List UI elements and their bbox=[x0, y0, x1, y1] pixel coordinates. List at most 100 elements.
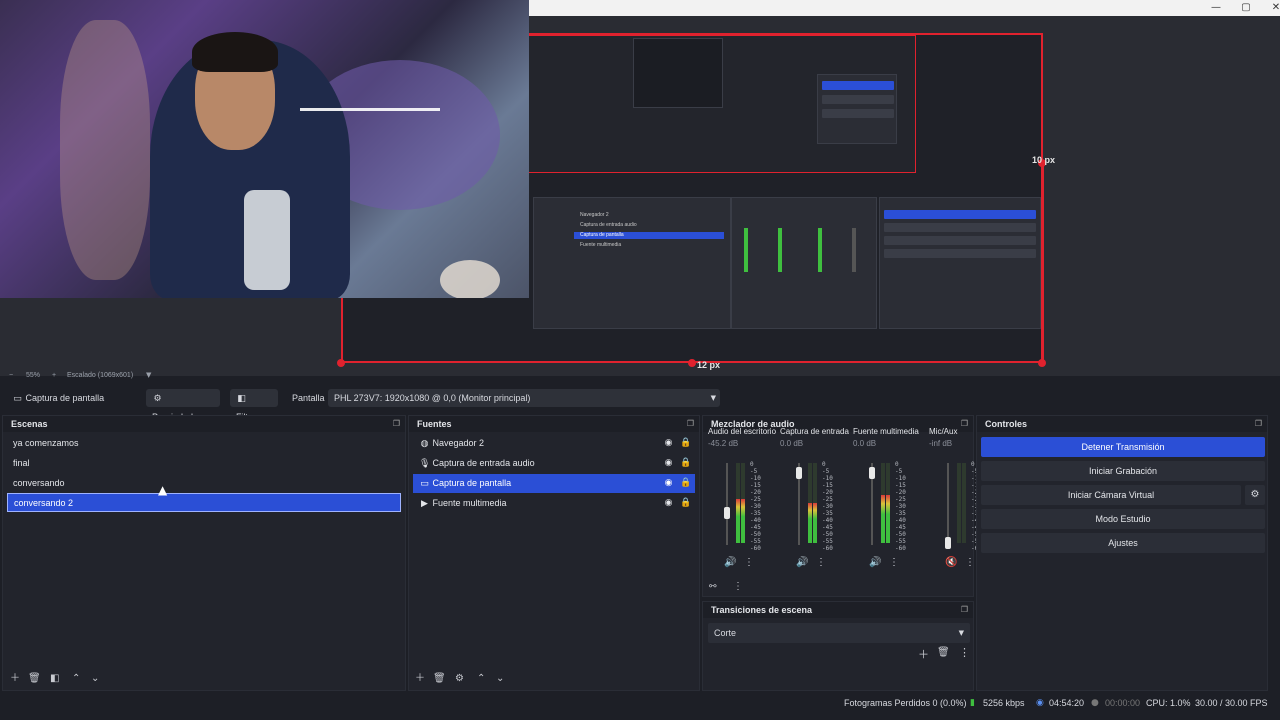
link-icon[interactable]: ⚯ bbox=[709, 582, 717, 592]
more-icon[interactable]: ⋮ bbox=[744, 557, 754, 568]
webcam-feed[interactable] bbox=[0, 0, 529, 298]
nested-controls bbox=[817, 74, 897, 144]
transition-select[interactable]: Corte ▼ bbox=[708, 623, 970, 643]
minimize-icon[interactable]: — bbox=[1201, 1, 1231, 15]
transform-handle[interactable] bbox=[1038, 359, 1046, 367]
sources-dock: Fuentes ❐ ◍ Navegador 2 ◉ 🔒 🎙 Captura de… bbox=[408, 415, 700, 691]
transitions-dock: Transiciones de escena ❐ Corte ▼ ＋ 🗑 ⋮ bbox=[702, 601, 974, 691]
level-meter bbox=[741, 463, 745, 543]
zoom-bar: − 55% + Escalado (1069x601) ▼ bbox=[0, 368, 340, 384]
stop-streaming-button[interactable]: Detener Transmisión bbox=[981, 437, 1265, 457]
filter-icon[interactable]: ◧ bbox=[50, 673, 59, 684]
nested-sources-dock: Navegador 2 Captura de entrada audio Cap… bbox=[533, 197, 731, 329]
add-icon[interactable]: ＋ bbox=[918, 646, 929, 662]
source-item[interactable]: ▶ Fuente multimedia ◉ 🔒 bbox=[413, 494, 695, 513]
eye-icon[interactable]: ◉ bbox=[663, 434, 674, 453]
meter-scale-tick: 0 bbox=[750, 461, 754, 468]
nested-button bbox=[884, 223, 1036, 232]
start-virtual-camera-button[interactable]: Iniciar Cámara Virtual bbox=[981, 485, 1241, 505]
muted-speaker-icon[interactable]: 🔇 bbox=[945, 557, 957, 568]
volume-fader-knob[interactable] bbox=[796, 466, 802, 479]
chevron-up-icon[interactable]: ⌃ bbox=[72, 673, 80, 684]
chevron-down-icon: ▼ bbox=[958, 629, 964, 637]
zoom-value: 55% bbox=[26, 372, 41, 379]
source-item-selected[interactable]: ▭ Captura de pantalla ◉ 🔒 bbox=[413, 474, 695, 493]
volume-fader[interactable] bbox=[947, 463, 949, 545]
more-icon[interactable]: ⋮ bbox=[959, 646, 970, 659]
speaker-icon[interactable]: 🔊 bbox=[796, 557, 808, 568]
zoom-in-button[interactable]: + bbox=[52, 372, 56, 379]
lock-icon[interactable]: 🔒 bbox=[680, 434, 691, 453]
meter-scale-tick: -5 bbox=[895, 468, 903, 475]
speaker-icon[interactable]: 🔊 bbox=[869, 557, 881, 568]
maximize-icon[interactable]: ▢ bbox=[1231, 1, 1261, 15]
zoom-out-button[interactable]: − bbox=[9, 372, 13, 379]
scene-item[interactable]: conversando bbox=[7, 474, 401, 493]
chevron-down-icon[interactable]: ⌄ bbox=[496, 673, 504, 684]
lock-icon[interactable]: 🔒 bbox=[680, 454, 691, 473]
scene-item[interactable]: final bbox=[7, 454, 401, 473]
broadcast-icon: ◉ bbox=[1036, 698, 1044, 708]
popout-icon[interactable]: ❐ bbox=[1254, 419, 1263, 428]
mixer-channel: Captura de entrada 0.0 dB 0 -5 -10 -15 -20 -25-… bbox=[780, 427, 854, 573]
trash-icon[interactable]: 🗑 bbox=[937, 647, 950, 658]
microphone-icon: 🎙 bbox=[419, 459, 431, 469]
channel-name: Captura de entrada bbox=[780, 427, 849, 436]
studio-mode-button[interactable]: Modo Estudio bbox=[981, 509, 1265, 529]
captured-window-titlebar: — ▢ ✕ bbox=[529, 0, 1280, 16]
filters-button[interactable]: ◧ Filtros bbox=[230, 389, 278, 422]
gear-icon[interactable]: ⚙ bbox=[1245, 485, 1265, 505]
dropped-frames: Fotogramas Perdidos 0 (0.0%) bbox=[844, 698, 967, 708]
chevron-down-icon[interactable]: ⌄ bbox=[91, 673, 99, 684]
channel-db: 0.0 dB bbox=[853, 439, 877, 448]
meter-scale-tick: -40 bbox=[822, 517, 833, 524]
display-select[interactable]: PHL 273V7: 1920x1080 @ 0,0 (Monitor prin… bbox=[328, 389, 720, 407]
scene-item-selected[interactable]: conversando 2 bbox=[7, 493, 401, 512]
popout-icon[interactable]: ❐ bbox=[686, 419, 695, 428]
meter-scale-tick: -35 bbox=[750, 510, 761, 517]
meter-scale-tick: -15 bbox=[895, 482, 906, 489]
channel-db: 0.0 dB bbox=[780, 439, 804, 448]
lock-icon[interactable]: 🔒 bbox=[680, 474, 691, 493]
popout-icon[interactable]: ❐ bbox=[392, 419, 401, 428]
trash-icon[interactable]: 🗑 bbox=[433, 673, 446, 684]
more-icon[interactable]: ⋮ bbox=[816, 557, 826, 568]
eye-icon[interactable]: ◉ bbox=[663, 454, 674, 473]
source-item[interactable]: ◍ Navegador 2 ◉ 🔒 bbox=[413, 434, 695, 453]
eye-icon[interactable]: ◉ bbox=[663, 494, 674, 513]
volume-fader-knob[interactable] bbox=[724, 507, 730, 520]
more-icon[interactable]: ⋮ bbox=[965, 557, 975, 568]
nested-preview bbox=[528, 35, 916, 173]
gear-icon[interactable]: ⚙ bbox=[455, 673, 464, 684]
properties-button[interactable]: ⚙ Propiedades bbox=[146, 389, 220, 422]
transform-handle[interactable] bbox=[688, 359, 696, 367]
meter-scale: 0-5-10-15-20-25-30-35-40-45-50-55-60 bbox=[895, 461, 906, 552]
level-meter-fill bbox=[886, 495, 890, 543]
popout-icon[interactable]: ❐ bbox=[960, 605, 969, 614]
speaker-icon[interactable]: 🔊 bbox=[724, 557, 736, 568]
source-item[interactable]: 🎙 Captura de entrada audio ◉ 🔒 bbox=[413, 454, 695, 473]
gear-icon: ⚙ bbox=[153, 394, 162, 404]
lock-icon[interactable]: 🔒 bbox=[680, 494, 691, 513]
record-icon: ● bbox=[1091, 698, 1099, 708]
volume-fader-knob[interactable] bbox=[869, 466, 875, 479]
close-icon[interactable]: ✕ bbox=[1261, 1, 1280, 15]
nested-button bbox=[822, 109, 894, 118]
settings-button[interactable]: Ajustes bbox=[981, 533, 1265, 553]
meter-scale-tick: -15 bbox=[822, 482, 833, 489]
more-icon[interactable]: ⋮ bbox=[733, 581, 743, 592]
chevron-up-icon[interactable]: ⌃ bbox=[477, 673, 485, 684]
chevron-down-icon[interactable]: ▼ bbox=[146, 371, 151, 379]
volume-fader[interactable] bbox=[726, 463, 728, 545]
meter-scale-tick: -5 bbox=[822, 468, 830, 475]
trash-icon[interactable]: 🗑 bbox=[28, 673, 41, 684]
volume-fader-knob[interactable] bbox=[945, 537, 951, 550]
scene-item[interactable]: ya comenzamos bbox=[7, 434, 401, 453]
add-icon[interactable]: ＋ bbox=[415, 669, 425, 684]
transform-handle[interactable] bbox=[337, 359, 345, 367]
meter-scale-tick: -45 bbox=[822, 524, 833, 531]
eye-icon[interactable]: ◉ bbox=[663, 474, 674, 493]
more-icon[interactable]: ⋮ bbox=[889, 557, 899, 568]
start-recording-button[interactable]: Iniciar Grabación bbox=[981, 461, 1265, 481]
add-icon[interactable]: ＋ bbox=[10, 669, 20, 684]
